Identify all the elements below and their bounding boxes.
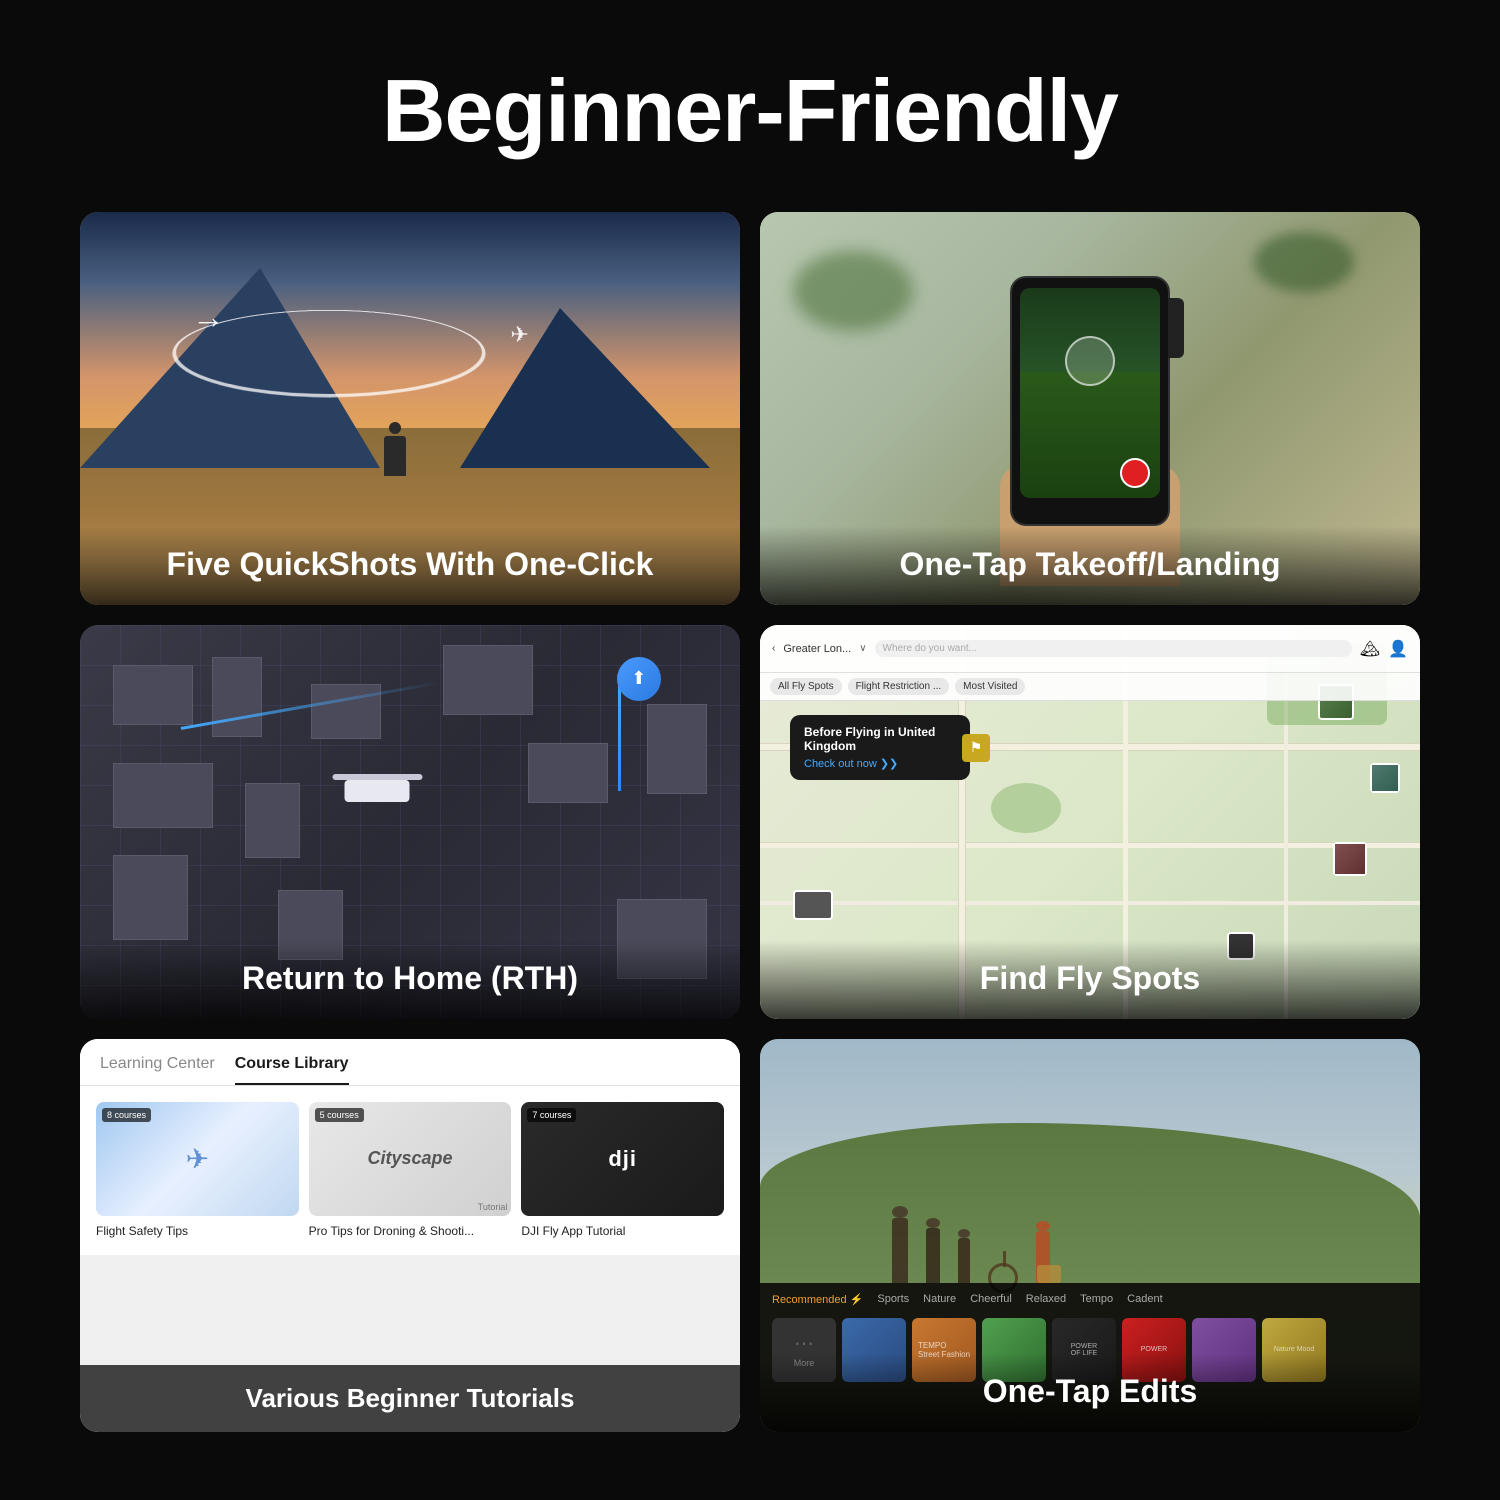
course-2[interactable]: 5 courses Cityscape Tutorial Pro Tips fo…	[309, 1102, 512, 1240]
card-quickshots[interactable]: → ✈ Five QuickShots With One-Click	[80, 212, 740, 605]
card-edits[interactable]: Recommended ⚡ Sports Nature Cheerful Rel…	[760, 1039, 1420, 1432]
tab-course-library[interactable]: Course Library	[235, 1055, 349, 1085]
course-1[interactable]: 8 courses Flight Safety Tips	[96, 1102, 299, 1240]
edits-label: One-Tap Edits	[760, 1353, 1420, 1432]
map-popup-link[interactable]: Check out now ❯❯	[804, 757, 956, 770]
cityscape-text: Cityscape	[367, 1148, 452, 1169]
flyspot-tab3[interactable]: Most Visited	[955, 678, 1025, 695]
feature-grid: → ✈ Five QuickShots With One-Click	[80, 212, 1420, 1432]
map-popup-title: Before Flying in United Kingdom	[804, 725, 956, 753]
page-title: Beginner-Friendly	[382, 60, 1118, 162]
course3-badge: 7 courses	[527, 1108, 576, 1122]
quickshots-label: Five QuickShots With One-Click	[80, 526, 740, 605]
edits-tab-cheerful[interactable]: Cheerful	[970, 1293, 1012, 1306]
rth-icon: ⬆	[617, 657, 661, 701]
map-region: Greater Lon...	[783, 643, 851, 655]
card-tutorials[interactable]: Learning Center Course Library 8 courses…	[80, 1039, 740, 1432]
rth-label: Return to Home (RTH)	[80, 940, 740, 1019]
tab-learning-center[interactable]: Learning Center	[100, 1055, 215, 1085]
dji-logo: dji	[608, 1146, 637, 1172]
flyspots-label: Find Fly Spots	[760, 940, 1420, 1019]
flyspot-tab2[interactable]: Flight Restriction ...	[848, 678, 950, 695]
course2-name: Pro Tips for Droning & Shooti...	[309, 1224, 512, 1240]
flyspot-tab1[interactable]: All Fly Spots	[770, 678, 842, 695]
edits-tab-tempo[interactable]: Tempo	[1080, 1293, 1113, 1306]
takeoff-label: One-Tap Takeoff/Landing	[760, 526, 1420, 605]
tutorials-footer-label: Various Beginner Tutorials	[80, 1365, 740, 1432]
card-rth[interactable]: ⬆ Return to Home (RTH)	[80, 625, 740, 1018]
edits-tab-sports[interactable]: Sports	[877, 1293, 909, 1306]
course1-badge: 8 courses	[102, 1108, 151, 1122]
edits-tab-relaxed[interactable]: Relaxed	[1026, 1293, 1066, 1306]
edits-tab-nature[interactable]: Nature	[923, 1293, 956, 1306]
edits-tab-cadent[interactable]: Cadent	[1127, 1293, 1162, 1306]
course1-name: Flight Safety Tips	[96, 1224, 299, 1240]
course2-badge: 5 courses	[315, 1108, 364, 1122]
card-takeoff[interactable]: One-Tap Takeoff/Landing	[760, 212, 1420, 605]
card-flyspots[interactable]: ‹ Greater Lon... ∨ Where do you want... …	[760, 625, 1420, 1018]
course3-name: DJI Fly App Tutorial	[521, 1224, 724, 1240]
course-3[interactable]: 7 courses dji DJI Fly App Tutorial	[521, 1102, 724, 1240]
edits-tab-recommended[interactable]: Recommended ⚡	[772, 1293, 863, 1306]
